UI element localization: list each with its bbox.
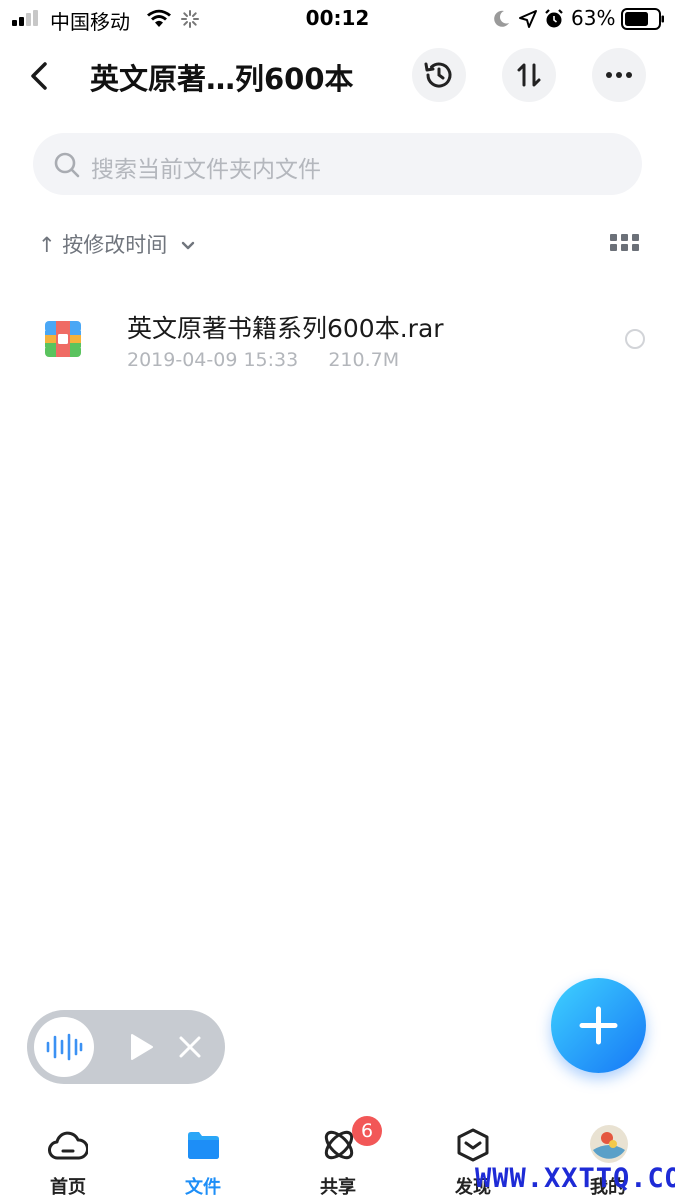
add-button[interactable] <box>551 978 646 1073</box>
chevron-left-icon <box>31 62 47 90</box>
sort-label: ↑ 按修改时间 <box>38 233 168 257</box>
page-title: 英文原著…列600本 <box>90 62 354 96</box>
sound-wave-icon <box>46 1033 83 1061</box>
list-item[interactable]: 英文原著书籍系列600本.rar 2019-04-09 15:33 210.7M <box>0 290 675 390</box>
search-icon <box>54 152 80 178</box>
discover-box-icon <box>457 1128 489 1162</box>
notification-badge: 6 <box>352 1116 382 1146</box>
more-dots-icon <box>606 72 632 78</box>
alarm-icon <box>545 9 563 28</box>
tab-label: 文件 <box>185 1177 221 1198</box>
chevron-down-icon <box>181 241 195 250</box>
close-icon[interactable] <box>178 1035 202 1059</box>
history-icon <box>424 62 452 88</box>
file-meta: 2019-04-09 15:33 210.7M <box>127 349 399 371</box>
file-name: 英文原著书籍系列600本.rar <box>127 314 444 343</box>
location-arrow-icon <box>519 10 537 28</box>
audio-player-open[interactable] <box>34 1017 94 1077</box>
more-button[interactable] <box>592 48 646 102</box>
history-button[interactable] <box>412 48 466 102</box>
search-input[interactable]: 搜索当前文件夹内文件 <box>33 133 642 195</box>
sort-button[interactable] <box>502 48 556 102</box>
plus-icon <box>579 1006 618 1045</box>
file-size: 210.7M <box>328 349 400 371</box>
sort-selector[interactable]: ↑ 按修改时间 <box>38 229 196 259</box>
battery-icon <box>621 8 664 30</box>
file-date: 2019-04-09 15:33 <box>127 349 299 371</box>
status-bar: 中国移动 00:12 63% <box>0 0 675 38</box>
sort-arrows-icon <box>517 63 541 87</box>
cloud-home-icon <box>48 1131 88 1160</box>
avatar <box>590 1125 628 1163</box>
folder-icon <box>188 1132 219 1159</box>
tab-label: 首页 <box>50 1177 86 1198</box>
archive-icon <box>45 321 81 357</box>
watermark-text: WWW.XXTTQ.COM <box>475 1163 675 1194</box>
grid-view-icon[interactable] <box>610 233 640 253</box>
audio-player[interactable] <box>27 1010 225 1084</box>
battery-percent: 63% <box>571 6 616 30</box>
back-button[interactable] <box>22 58 58 94</box>
tab-home[interactable]: 首页 <box>18 1120 118 1200</box>
select-checkbox[interactable] <box>625 329 645 349</box>
play-icon[interactable] <box>128 1032 156 1062</box>
search-placeholder: 搜索当前文件夹内文件 <box>91 157 321 183</box>
tab-files[interactable]: 文件 <box>153 1120 253 1200</box>
moon-icon <box>494 10 509 27</box>
tab-label: 共享 <box>320 1177 356 1198</box>
